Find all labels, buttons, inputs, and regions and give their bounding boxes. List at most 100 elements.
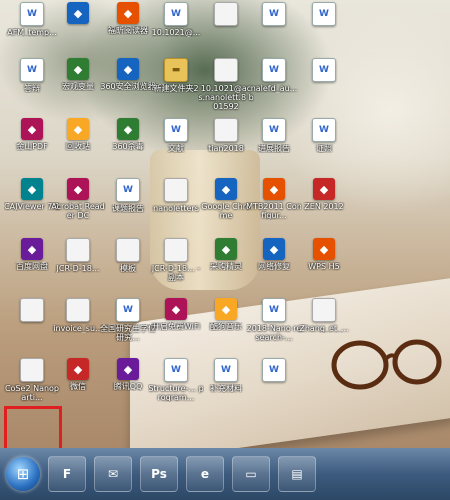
desktop-icon-label: 网络修复 — [258, 262, 290, 271]
desktop-icon-label: Acrobat Reader DC — [51, 202, 105, 220]
app-icon: ◆ — [117, 58, 139, 80]
blank-icon — [214, 58, 238, 82]
desktop-icon[interactable]: ◆ WPS H5 — [296, 238, 352, 271]
doc-icon: W — [164, 2, 188, 26]
doc-icon: W — [262, 298, 286, 322]
desktop-icon[interactable]: W 2018-Nano research-... — [246, 298, 302, 342]
desktop-icon[interactable]: Zhang_et_... — [296, 298, 352, 333]
doc-icon: W — [262, 58, 286, 82]
app-icon: ◆ — [67, 118, 89, 140]
desktop-icon[interactable]: Wnalefd_au... — [246, 58, 302, 93]
doc-icon: W — [164, 358, 188, 382]
desktop-icon[interactable]: ◆ ZEN 2012 — [296, 178, 352, 211]
taskbar-app-button[interactable]: ▭ — [232, 456, 270, 492]
desktop-icon[interactable]: ▬ 新建文件夹2 — [148, 58, 204, 93]
app-icon: ◆ — [215, 238, 237, 260]
folder-icon: ▬ — [164, 58, 188, 82]
doc-icon: W — [312, 58, 336, 82]
wallpaper-glasses — [331, 339, 442, 390]
desktop-icon-label: 新建文件夹2 — [153, 84, 199, 93]
doc-icon: W — [116, 178, 140, 202]
desktop-icon[interactable]: ◆ 回收站 — [50, 118, 106, 151]
app-icon: ◆ — [313, 238, 335, 260]
desktop-icon-label: Structure-... program... — [148, 384, 204, 402]
foxit-icon: F — [62, 467, 72, 481]
app-icon: ◆ — [263, 238, 285, 260]
taskbar-explorer-button[interactable]: ▤ — [278, 456, 316, 492]
blank-icon — [312, 298, 336, 322]
blank-icon — [66, 238, 90, 262]
app-icon: ◆ — [21, 118, 43, 140]
app-icon: ◆ — [165, 298, 187, 320]
desktop-icon-label: 10.1021@... — [151, 28, 201, 37]
doc-icon: W — [312, 2, 336, 26]
taskbar-photoshop-button[interactable]: Ps — [140, 456, 178, 492]
doc-icon: W — [164, 118, 188, 142]
doc-icon: W — [312, 118, 336, 142]
blank-icon — [20, 358, 44, 382]
desktop-icon-label: nalefd_au... — [250, 84, 298, 93]
blank-icon — [116, 238, 140, 262]
360-browser-icon: e — [200, 467, 210, 481]
doc-icon: W — [20, 58, 44, 82]
doc-icon: W — [214, 358, 238, 382]
desktop-icon[interactable]: invoice_su... — [50, 298, 106, 333]
desktop-icon[interactable]: ◆ — [50, 2, 106, 26]
desktop-icon-label: 补充材料 — [210, 384, 242, 393]
app-icon: ◆ — [313, 178, 335, 200]
desktop-icon[interactable]: ◆ 开启免费WiFi — [148, 298, 204, 331]
desktop-icon[interactable]: JCR-D-18... — [50, 238, 106, 273]
desktop-icon[interactable]: ◆ Acrobat Reader DC — [50, 178, 106, 220]
desktop-icon[interactable]: W 进展报告 — [246, 118, 302, 153]
desktop-icon[interactable]: W Structure-... program... — [148, 358, 204, 402]
desktop-icon[interactable]: W 证照 — [296, 118, 352, 153]
windows-start-button[interactable]: ⊞ — [6, 457, 40, 491]
desktop-icon[interactable]: ◆ 微信 — [50, 358, 106, 391]
doc-icon: W — [20, 2, 44, 26]
desktop-icon[interactable]: W — [296, 2, 352, 28]
desktop-icon-label: 证照 — [316, 144, 332, 153]
desktop-icon[interactable]: W — [296, 58, 352, 84]
desktop-icon[interactable]: ◆ 网络修复 — [246, 238, 302, 271]
app-icon: ◆ — [67, 58, 89, 80]
blank-icon — [66, 298, 90, 322]
highlight-box — [4, 406, 62, 454]
app-icon: ◆ — [21, 238, 43, 260]
blank-icon — [20, 298, 44, 322]
desktop-icon[interactable]: W — [246, 2, 302, 28]
desktop-icon-label: WPS H5 — [308, 262, 340, 271]
desktop-icon-label: Zhang_et_... — [299, 324, 349, 333]
app-icon: ◆ — [67, 2, 89, 24]
doc-icon: W — [116, 298, 140, 322]
blank-icon — [214, 2, 238, 26]
desktop-icon-label: JCR-D-18... - 副本 — [151, 264, 201, 282]
desktop-icon-label: nanoletters — [153, 204, 199, 213]
app-icon: ◆ — [215, 298, 237, 320]
desktop-icon[interactable]: ◆ 宏观变量 — [50, 58, 106, 91]
app-icon: ◆ — [263, 178, 285, 200]
desktop-icon[interactable]: W — [246, 358, 302, 384]
photoshop-icon: Ps — [151, 467, 167, 481]
desktop-icon-label: 文献 — [168, 144, 184, 153]
windows-start-icon: ⊞ — [16, 465, 30, 483]
desktop-icon[interactable]: nanoletters — [148, 178, 204, 213]
taskbar-360-browser-button[interactable]: e — [186, 456, 224, 492]
desktop-icon-label: 宏观变量 — [62, 82, 94, 91]
app-icon: ◆ — [117, 358, 139, 380]
app-icon: ▭ — [245, 467, 257, 481]
blank-icon — [164, 238, 188, 262]
desktop-icon-label: MTB2011 Configur... — [246, 202, 302, 220]
desktop-icon-label: 回收站 — [66, 142, 90, 151]
desktop-icon[interactable]: JCR-D-18... - 副本 — [148, 238, 204, 282]
desktop-icon[interactable]: ◆ MTB2011 Configur... — [246, 178, 302, 220]
blank-icon — [214, 118, 238, 142]
desktop-icon-label: JCR-D-18... — [56, 264, 100, 273]
taskbar-wechat-button[interactable]: ✉ — [94, 456, 132, 492]
wechat-icon: ✉ — [107, 467, 119, 481]
desktop-icon-label: AFM_temp... — [7, 28, 57, 37]
desktop-icon[interactable]: W 10.1021@... — [148, 2, 204, 37]
taskbar-foxit-button[interactable]: F — [48, 456, 86, 492]
desktop-icon-label: 2018-Nano research-... — [246, 324, 302, 342]
taskbar: ⊞ F ✉ Ps e ▭ ▤ — [0, 448, 450, 500]
desktop-icon[interactable]: W 文献 — [148, 118, 204, 153]
